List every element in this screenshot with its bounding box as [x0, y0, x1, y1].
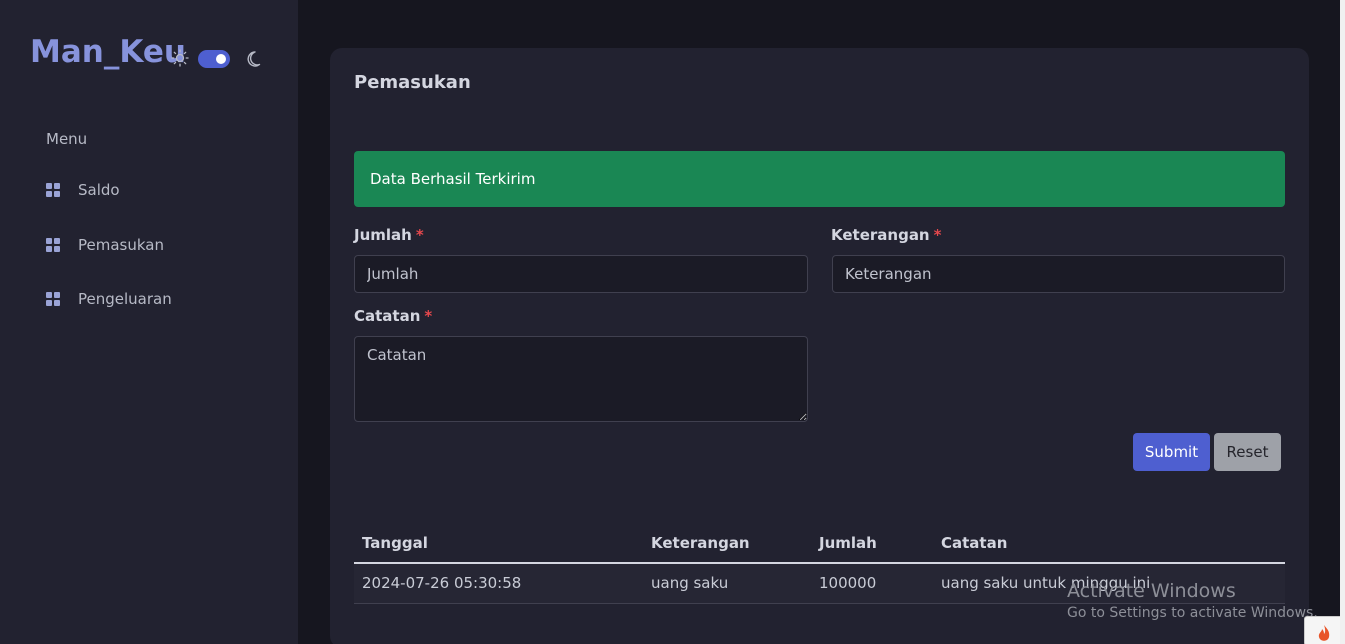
column-header-catatan: Catatan	[933, 523, 1285, 564]
keterangan-label-text: Keterangan	[831, 226, 930, 244]
cell-tanggal: 2024-07-26 05:30:58	[354, 563, 643, 604]
catatan-textarea[interactable]	[354, 336, 808, 422]
sidebar-item-label: Saldo	[78, 181, 120, 199]
required-marker: *	[424, 307, 433, 325]
watermark-title: Activate Windows	[1067, 580, 1236, 602]
catatan-label-text: Catatan	[354, 307, 421, 325]
sidebar-item-label: Pemasukan	[78, 236, 164, 254]
jumlah-input[interactable]	[354, 255, 808, 293]
watermark-subtitle: Go to Settings to activate Windows.	[1067, 605, 1318, 621]
theme-switch[interactable]	[198, 50, 230, 68]
theme-toggle[interactable]	[170, 48, 261, 68]
main-card: Pemasukan Data Berhasil Terkirim Jumlah *…	[330, 48, 1309, 644]
keterangan-input[interactable]	[832, 255, 1285, 293]
brand-logo[interactable]: Man_Keu	[30, 34, 186, 70]
flame-icon[interactable]	[1304, 616, 1344, 644]
grid-icon	[46, 183, 60, 197]
page-title: Pemasukan	[354, 72, 471, 93]
column-header-keterangan: Keterangan	[643, 523, 811, 564]
sidebar-item-saldo[interactable]: Saldo	[46, 181, 120, 199]
menu-title: Menu	[46, 130, 88, 148]
sidebar: Man_Keu Menu Saldo Pemasukan Pengeluaran	[0, 0, 298, 644]
sidebar-item-pemasukan[interactable]: Pemasukan	[46, 236, 164, 254]
cell-jumlah: 100000	[811, 563, 933, 604]
grid-icon	[46, 292, 60, 306]
catatan-label: Catatan *	[354, 307, 432, 325]
reset-button[interactable]: Reset	[1214, 433, 1281, 471]
success-alert: Data Berhasil Terkirim	[354, 151, 1285, 207]
sun-icon	[171, 49, 189, 67]
jumlah-label-text: Jumlah	[354, 226, 412, 244]
grid-icon	[46, 238, 60, 252]
activation-watermark: Activate Windows Go to Settings to activ…	[1067, 580, 1318, 621]
window-edge	[1340, 0, 1345, 644]
keterangan-label: Keterangan *	[831, 226, 941, 244]
table-header-row: Tanggal Keterangan Jumlah Catatan	[354, 523, 1285, 564]
moon-icon	[247, 51, 261, 67]
column-header-tanggal: Tanggal	[354, 523, 643, 564]
submit-button[interactable]: Submit	[1133, 433, 1210, 471]
sidebar-item-pengeluaran[interactable]: Pengeluaran	[46, 290, 172, 308]
switch-knob	[216, 54, 226, 64]
sidebar-item-label: Pengeluaran	[78, 290, 172, 308]
jumlah-label: Jumlah *	[354, 226, 424, 244]
required-marker: *	[415, 226, 424, 244]
cell-keterangan: uang saku	[643, 563, 811, 604]
required-marker: *	[933, 226, 942, 244]
column-header-jumlah: Jumlah	[811, 523, 933, 564]
